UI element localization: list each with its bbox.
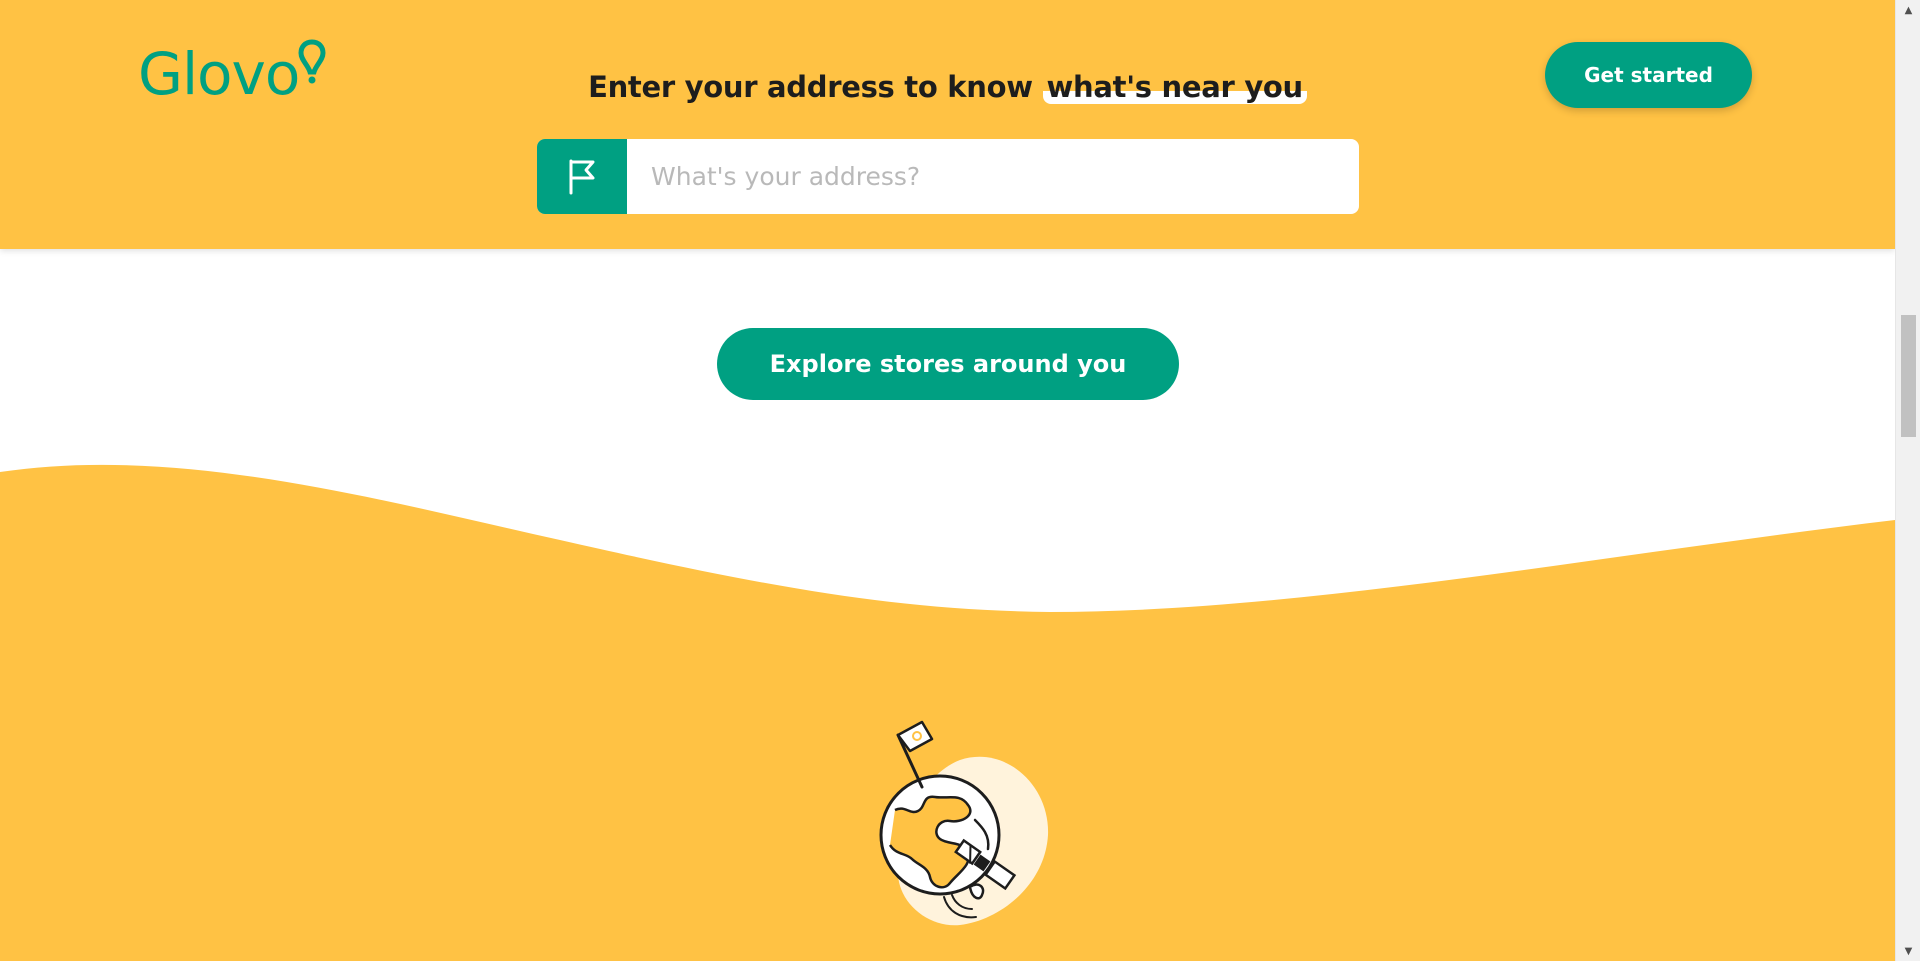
tagline-prefix: Enter your address to know xyxy=(588,70,1043,104)
scroll-up-arrow-icon[interactable]: ▲ xyxy=(1896,0,1920,20)
flag-icon xyxy=(569,159,595,194)
site-header: Glovo Enter your address to know what's … xyxy=(0,0,1895,249)
tagline-highlight: what's near you xyxy=(1042,70,1307,104)
page-scrollbar[interactable]: ▲ ▼ xyxy=(1895,0,1920,961)
globe-illustration xyxy=(879,720,1049,926)
get-started-button[interactable]: Get started xyxy=(1545,42,1752,108)
page-viewport: Glovo Enter your address to know what's … xyxy=(0,0,1895,961)
scroll-down-arrow-icon[interactable]: ▼ xyxy=(1896,941,1920,961)
explore-stores-button[interactable]: Explore stores around you xyxy=(717,328,1179,400)
address-search-bar xyxy=(537,139,1359,214)
flag-icon-box xyxy=(537,139,627,214)
scrollbar-thumb[interactable] xyxy=(1901,315,1916,437)
address-input[interactable] xyxy=(627,139,1359,214)
